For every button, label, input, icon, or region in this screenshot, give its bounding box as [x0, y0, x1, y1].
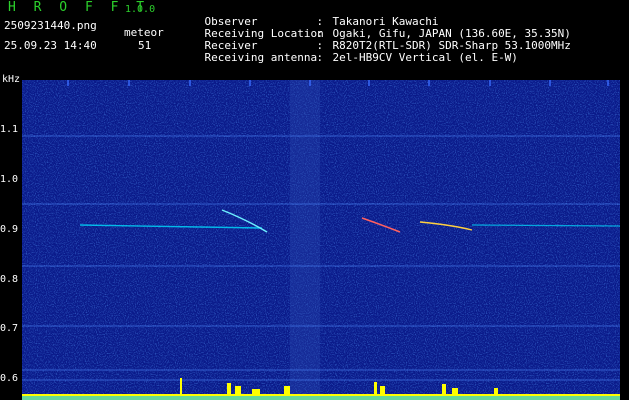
spectrogram-plot	[22, 80, 620, 400]
info-value: 2el-HB9CV Vertical (el. E-W)	[332, 51, 518, 64]
spectrogram-noise	[22, 80, 620, 400]
info-sep: :	[316, 51, 324, 64]
y-tick-label: 1.1	[0, 124, 19, 135]
app-version: 1.0.0	[125, 4, 156, 15]
y-axis-unit: kHz	[2, 74, 21, 85]
meteor-count: 51	[138, 39, 152, 52]
info-row-antenna: Receiving antenna: 2el-HB9CV Vertical (el…	[178, 40, 518, 76]
y-tick-label: 1.0	[0, 174, 19, 185]
file-name: 2509231440.png	[4, 19, 97, 32]
noise-band	[290, 80, 320, 400]
meteor-label: meteor	[124, 26, 164, 39]
hrofft-window: H R O F F T 1.0.0 2509231440.png 25.09.2…	[0, 0, 629, 400]
y-tick-label: 0.8	[0, 274, 19, 285]
y-tick-label: 0.7	[0, 323, 19, 334]
info-key: Receiving antenna	[204, 51, 318, 64]
baseline-bar	[22, 396, 620, 400]
y-tick-label: 0.6	[0, 373, 19, 384]
y-tick-label: 0.9	[0, 224, 19, 235]
date-time: 25.09.23 14:40	[4, 39, 97, 52]
